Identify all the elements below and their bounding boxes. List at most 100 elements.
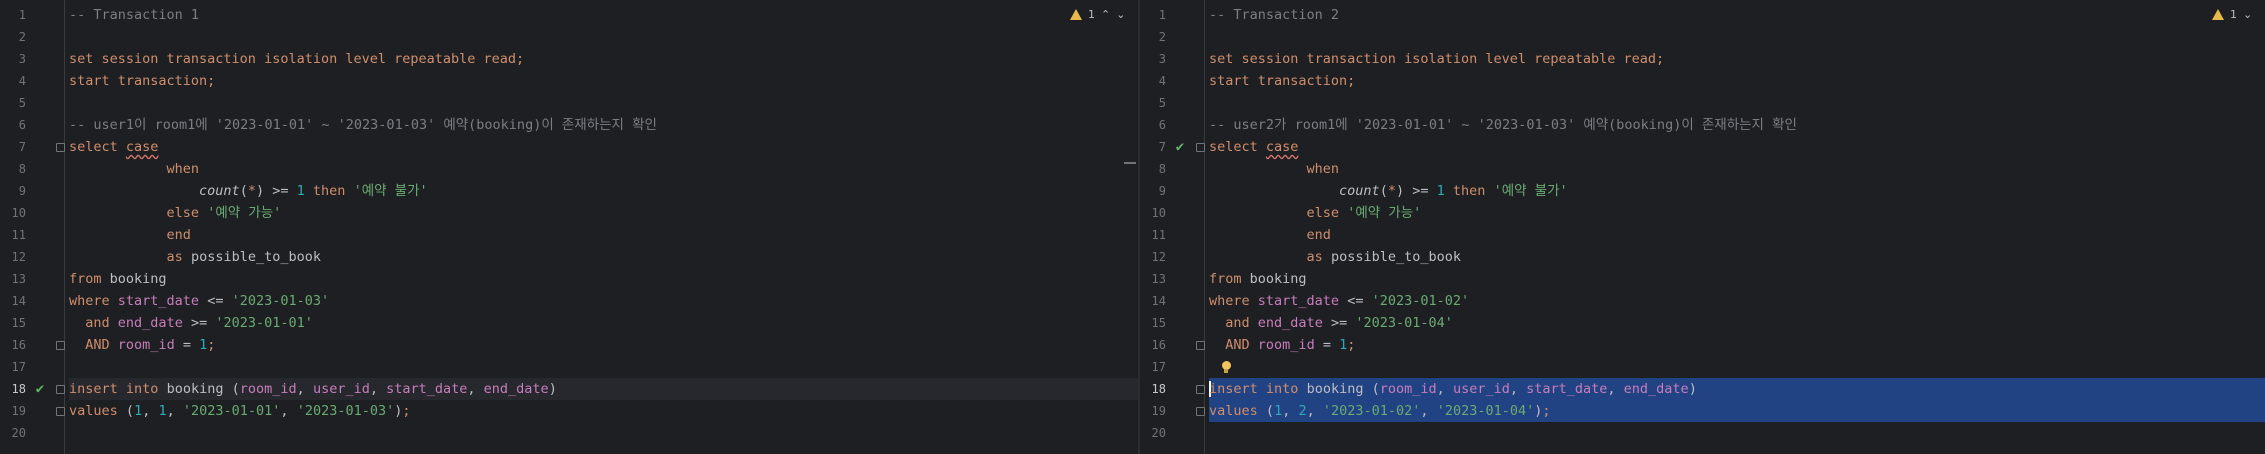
code-line: 20 (1140, 422, 2265, 444)
line-number: 5 (1158, 96, 1166, 110)
code-line: 11 end (0, 224, 1138, 246)
code-line: 15 and end_date >= '2023-01-04' (1140, 312, 2265, 334)
line-number: 7 (1158, 140, 1166, 154)
lightbulb-icon[interactable] (1221, 361, 1231, 373)
line-number: 11 (11, 228, 26, 242)
fold-marker[interactable] (1196, 385, 1205, 394)
line-number: 7 (18, 140, 26, 154)
line-number: 20 (11, 426, 26, 440)
line-number: 6 (1158, 118, 1166, 132)
code-line: 3 set session transaction isolation level… (1140, 48, 2265, 70)
line-number: 15 (11, 316, 26, 330)
code-line: 10 else '예약 가능' (0, 202, 1138, 224)
line-number: 1 (18, 8, 26, 22)
code-line: 5 (0, 92, 1138, 114)
code-line: 1 -- Transaction 2 (1140, 4, 2265, 26)
comment: -- user1이 room1에 '2023-01-01' ~ '2023-01… (69, 117, 657, 133)
line-number: 19 (11, 404, 26, 418)
code-line: 9 count(*) >= 1 then '예약 불가' (0, 180, 1138, 202)
fold-marker[interactable] (1196, 341, 1205, 350)
code-line: 8 when (0, 158, 1138, 180)
code-line: 10 else '예약 가능' (1140, 202, 2265, 224)
statement: set session transaction isolation level … (69, 51, 525, 67)
code-line: 19 values (1, 2, '2023-01-02', '2023-01-0… (1140, 400, 2265, 422)
code-line: 17 (0, 356, 1138, 378)
editor-pane-transaction-2[interactable]: 1 ⌄ 1 -- Transaction 2 2 3 set session tra… (1140, 0, 2265, 454)
editor-pane-transaction-1[interactable]: 1 ⌃ ⌄ 1 -- Transaction 1 2 3 set session t… (0, 0, 1140, 454)
code-line: 18 ✔ insert into booking (room_id, user_id… (0, 378, 1138, 400)
code-line: 5 (1140, 92, 2265, 114)
statement: set session transaction isolation level … (1209, 51, 1665, 67)
code-lines: 1 -- Transaction 2 2 3 set session transac… (1140, 4, 2265, 444)
line-number: 6 (18, 118, 26, 132)
code-line: 19 values (1, 1, '2023-01-01', '2023-01-0… (0, 400, 1138, 422)
line-number: 14 (11, 294, 26, 308)
code-line: 12 as possible_to_book (0, 246, 1138, 268)
line-number: 17 (11, 360, 26, 374)
line-number: 8 (18, 162, 26, 176)
line-number: 13 (11, 272, 26, 286)
fold-marker[interactable] (1196, 143, 1205, 152)
line-number: 8 (1158, 162, 1166, 176)
line-number: 2 (18, 30, 26, 44)
code-line: 12 as possible_to_book (1140, 246, 2265, 268)
line-number: 12 (1151, 250, 1166, 264)
code-line: 3 set session transaction isolation level… (0, 48, 1138, 70)
checkmark-icon[interactable]: ✔ (33, 378, 47, 400)
code-line: 2 (1140, 26, 2265, 48)
code-line: 14 where start_date <= '2023-01-02' (1140, 290, 2265, 312)
code-line: 8 when (1140, 158, 2265, 180)
code-line: 7 select case (0, 136, 1138, 158)
code-line: 20 (0, 422, 1138, 444)
code-line: 13 from booking (0, 268, 1138, 290)
line-number: 19 (1151, 404, 1166, 418)
code-line: 6 -- user1이 room1에 '2023-01-01' ~ '2023-0… (0, 114, 1138, 136)
line-number: 1 (1158, 8, 1166, 22)
line-number: 13 (1151, 272, 1166, 286)
fold-marker[interactable] (56, 341, 65, 350)
statement: start transaction; (69, 73, 216, 89)
fold-marker[interactable] (1196, 407, 1205, 416)
checkmark-icon[interactable]: ✔ (1173, 136, 1187, 158)
code-lines: 1 -- Transaction 1 2 3 set session transac… (0, 4, 1138, 444)
fold-marker[interactable] (56, 143, 65, 152)
line-number: 15 (1151, 316, 1166, 330)
line-number: 20 (1151, 426, 1166, 440)
line-number: 11 (1151, 228, 1166, 242)
code-line: 1 -- Transaction 1 (0, 4, 1138, 26)
fold-marker[interactable] (56, 407, 65, 416)
line-number: 10 (11, 206, 26, 220)
line-number: 9 (18, 184, 26, 198)
line-number: 16 (1151, 338, 1166, 352)
line-number: 4 (1158, 74, 1166, 88)
code-line: 17 (1140, 356, 2265, 378)
code-line: 9 count(*) >= 1 then '예약 불가' (1140, 180, 2265, 202)
code-line: 13 from booking (1140, 268, 2265, 290)
line-number: 18 (11, 382, 26, 396)
line-number: 9 (1158, 184, 1166, 198)
statement: start transaction; (1209, 73, 1356, 89)
line-number: 5 (18, 96, 26, 110)
line-number: 3 (1158, 52, 1166, 66)
diff-editor: 1 ⌃ ⌄ 1 -- Transaction 1 2 3 set session t… (0, 0, 2265, 454)
code-line: 6 -- user2가 room1에 '2023-01-01' ~ '2023-0… (1140, 114, 2265, 136)
comment: -- Transaction 2 (1209, 7, 1340, 23)
line-number: 18 (1151, 382, 1166, 396)
code-line: 18 insert into booking (room_id, user_id,… (1140, 378, 2265, 400)
line-number: 2 (1158, 30, 1166, 44)
code-line: 14 where start_date <= '2023-01-03' (0, 290, 1138, 312)
line-number: 17 (1151, 360, 1166, 374)
line-number: 4 (18, 74, 26, 88)
code-line: 2 (0, 26, 1138, 48)
line-number: 3 (18, 52, 26, 66)
line-number: 12 (11, 250, 26, 264)
comment: -- Transaction 1 (69, 7, 200, 23)
code-line: 7 ✔ select case (1140, 136, 2265, 158)
comment: -- user2가 room1에 '2023-01-01' ~ '2023-01… (1209, 117, 1797, 133)
code-line: 16 AND room_id = 1; (1140, 334, 2265, 356)
line-number: 16 (11, 338, 26, 352)
code-line: 4 start transaction; (1140, 70, 2265, 92)
code-line: 16 AND room_id = 1; (0, 334, 1138, 356)
code-line: 15 and end_date >= '2023-01-01' (0, 312, 1138, 334)
fold-marker[interactable] (56, 385, 65, 394)
